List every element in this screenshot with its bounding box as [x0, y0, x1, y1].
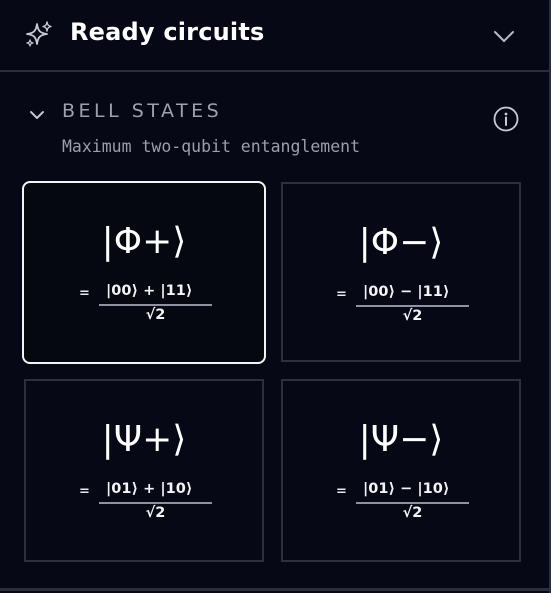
chevron-down-icon[interactable]: [490, 22, 518, 50]
sparkle-icon: [26, 21, 52, 47]
fraction-line: [356, 305, 469, 307]
equals-sign: =: [336, 484, 347, 499]
bell-state-card-psi-plus[interactable]: |Ψ+⟩ = |01⟩ + |10⟩ √2: [24, 379, 264, 562]
section-toggle-chevron-icon[interactable]: [28, 106, 46, 124]
state-formula: = |00⟩ + |11⟩ √2: [79, 283, 219, 329]
state-label: |Ψ−⟩: [358, 419, 444, 460]
formula-numerator: |00⟩ − |11⟩: [363, 284, 450, 300]
formula-numerator: |00⟩ + |11⟩: [106, 283, 193, 299]
formula-numerator: |01⟩ − |10⟩: [363, 481, 450, 497]
bell-state-card-psi-minus[interactable]: |Ψ−⟩ = |01⟩ − |10⟩ √2: [281, 379, 521, 562]
formula-denominator: √2: [402, 505, 423, 521]
panel-header[interactable]: Ready circuits: [0, 0, 549, 72]
state-formula: = |01⟩ − |10⟩ √2: [336, 481, 476, 527]
formula-numerator: |01⟩ + |10⟩: [106, 481, 193, 497]
fraction-line: [99, 304, 212, 306]
formula-denominator: √2: [145, 505, 166, 521]
section-subtitle: Maximum two-qubit entanglement: [62, 137, 361, 156]
formula-denominator: √2: [402, 308, 423, 324]
fraction-line: [99, 502, 212, 504]
state-formula: = |00⟩ − |11⟩ √2: [336, 284, 476, 330]
formula-denominator: √2: [145, 307, 166, 323]
section-title[interactable]: BELL STATES: [62, 100, 222, 122]
fraction-line: [356, 502, 469, 504]
state-label: |Φ+⟩: [101, 221, 187, 262]
equals-sign: =: [79, 286, 90, 301]
equals-sign: =: [79, 484, 90, 499]
state-formula: = |01⟩ + |10⟩ √2: [79, 481, 219, 527]
ready-circuits-panel: Ready circuits BELL STATES Maximum two-q…: [0, 0, 551, 593]
equals-sign: =: [336, 287, 347, 302]
info-icon[interactable]: [492, 105, 520, 133]
panel-bottom-divider: [0, 588, 549, 591]
state-label: |Φ−⟩: [358, 222, 444, 263]
state-label: |Ψ+⟩: [101, 419, 187, 460]
panel-title: Ready circuits: [70, 18, 265, 46]
bell-state-card-phi-plus[interactable]: |Φ+⟩ = |00⟩ + |11⟩ √2: [22, 181, 266, 364]
bell-state-card-phi-minus[interactable]: |Φ−⟩ = |00⟩ − |11⟩ √2: [281, 182, 521, 362]
